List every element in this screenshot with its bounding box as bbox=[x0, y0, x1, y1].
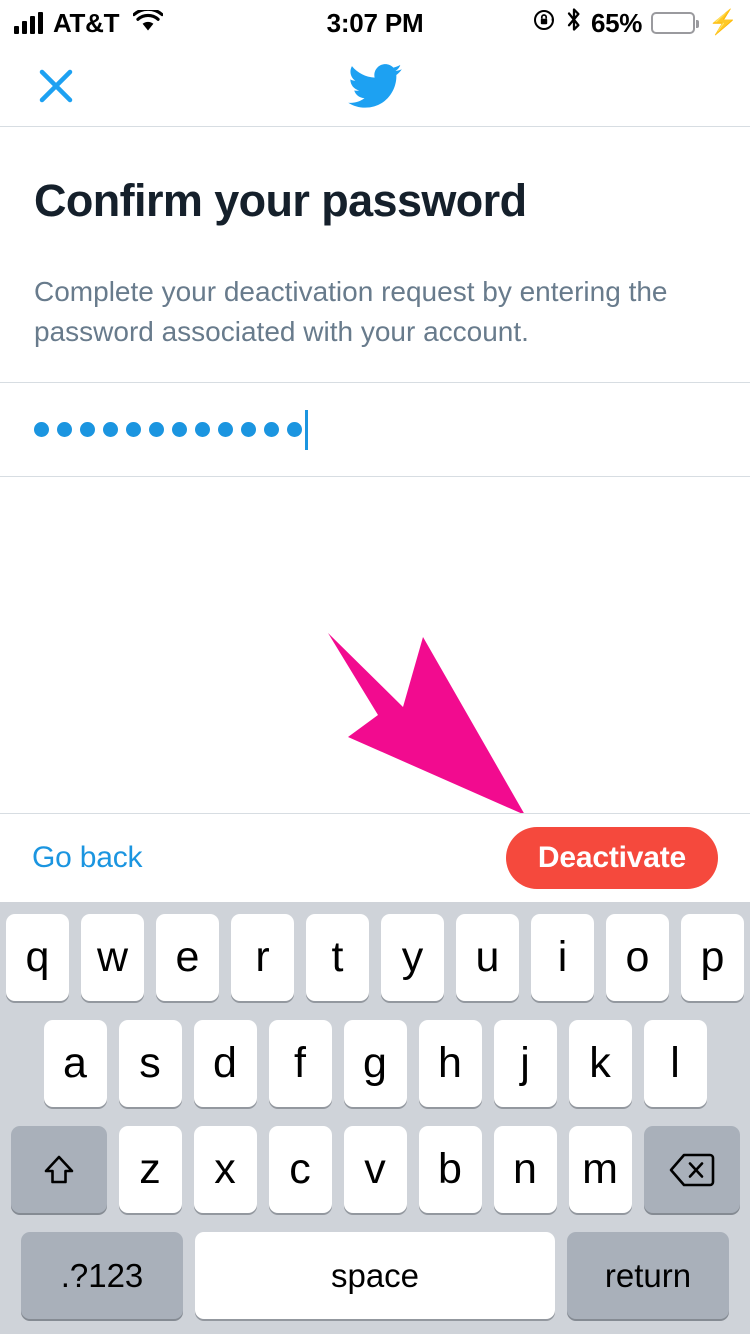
key-c[interactable]: c bbox=[268, 1126, 332, 1213]
status-bar: AT&T 3:07 PM 65% ⚡ bbox=[0, 0, 750, 46]
key-k[interactable]: k bbox=[568, 1020, 632, 1107]
pink-arrow-annotation bbox=[320, 625, 540, 820]
charging-bolt-icon: ⚡ bbox=[708, 9, 738, 36]
key-x[interactable]: x bbox=[193, 1126, 257, 1213]
action-bar: Go back Deactivate bbox=[0, 813, 750, 902]
keyboard-row-4: .?123 space return bbox=[0, 1232, 750, 1319]
battery-percent-label: 65% bbox=[590, 7, 643, 38]
key-n[interactable]: n bbox=[493, 1126, 557, 1213]
key-h[interactable]: h bbox=[418, 1020, 482, 1107]
navigation-bar bbox=[0, 46, 750, 127]
key-e[interactable]: e bbox=[156, 914, 219, 1001]
main-content: Confirm your password Complete your deac… bbox=[0, 127, 750, 477]
key-f[interactable]: f bbox=[268, 1020, 332, 1107]
key-l[interactable]: l bbox=[643, 1020, 707, 1107]
status-bar-right: 65% ⚡ bbox=[376, 7, 750, 40]
keyboard-row-2: a s d f g h j k l bbox=[0, 1020, 750, 1107]
key-i[interactable]: i bbox=[531, 914, 594, 1001]
key-r[interactable]: r bbox=[231, 914, 294, 1001]
battery-icon bbox=[651, 12, 700, 34]
key-t[interactable]: t bbox=[306, 914, 369, 1001]
keyboard-row-1: q w e r t y u i o p bbox=[0, 914, 750, 1001]
space-key[interactable]: space bbox=[195, 1232, 555, 1319]
keyboard-row-3: z x c v b n m bbox=[0, 1126, 750, 1213]
bluetooth-icon bbox=[566, 7, 582, 40]
key-m[interactable]: m bbox=[568, 1126, 632, 1213]
close-x-icon[interactable] bbox=[30, 60, 82, 112]
return-key[interactable]: return bbox=[567, 1232, 729, 1319]
key-g[interactable]: g bbox=[343, 1020, 407, 1107]
key-u[interactable]: u bbox=[456, 914, 519, 1001]
rotation-lock-icon bbox=[533, 8, 557, 39]
go-back-link[interactable]: Go back bbox=[32, 841, 143, 875]
page-title: Confirm your password bbox=[34, 175, 527, 226]
deactivate-button[interactable]: Deactivate bbox=[505, 827, 718, 889]
twitter-bird-logo bbox=[348, 63, 402, 109]
key-y[interactable]: y bbox=[381, 914, 444, 1001]
phone-screen: AT&T 3:07 PM 65% ⚡ Confirm your password… bbox=[0, 0, 750, 1334]
key-p[interactable]: p bbox=[681, 914, 744, 1001]
key-j[interactable]: j bbox=[493, 1020, 557, 1107]
shift-arrow-icon[interactable] bbox=[10, 1126, 107, 1213]
page-description: Complete your deactivation request by en… bbox=[34, 275, 668, 347]
key-v[interactable]: v bbox=[343, 1126, 407, 1213]
key-o[interactable]: o bbox=[606, 914, 669, 1001]
backspace-delete-icon[interactable] bbox=[643, 1126, 740, 1213]
key-s[interactable]: s bbox=[118, 1020, 182, 1107]
key-b[interactable]: b bbox=[418, 1126, 482, 1213]
numeric-switch-key[interactable]: .?123 bbox=[21, 1232, 183, 1319]
key-w[interactable]: w bbox=[81, 914, 144, 1001]
key-z[interactable]: z bbox=[118, 1126, 182, 1213]
key-q[interactable]: q bbox=[6, 914, 69, 1001]
password-input[interactable] bbox=[0, 382, 750, 477]
text-caret bbox=[305, 409, 308, 450]
password-masked-dots bbox=[34, 422, 302, 437]
onscreen-keyboard: q w e r t y u i o p a s d f g h j k l z … bbox=[0, 902, 750, 1334]
key-a[interactable]: a bbox=[43, 1020, 107, 1107]
key-d[interactable]: d bbox=[193, 1020, 257, 1107]
